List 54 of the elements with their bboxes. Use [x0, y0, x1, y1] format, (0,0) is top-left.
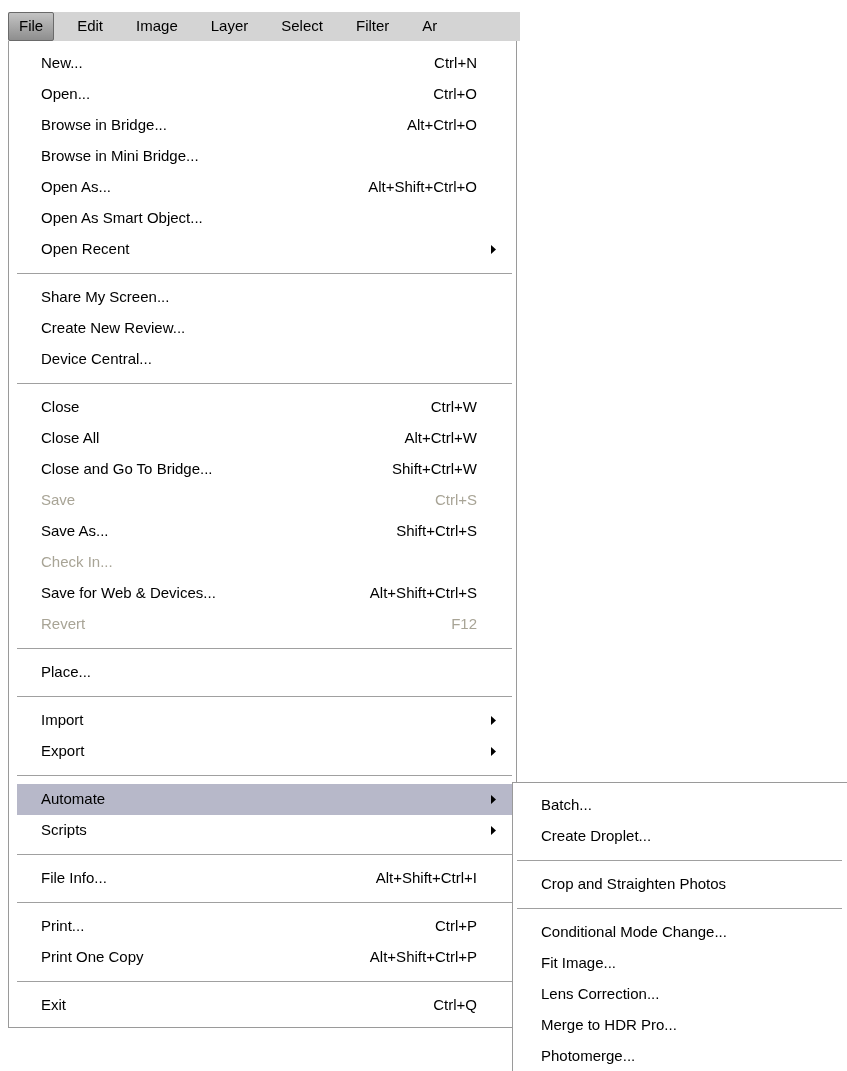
- shortcut-label: Alt+Ctrl+O: [406, 115, 478, 136]
- menu-item[interactable]: Browse in Bridge... Alt+Ctrl+O: [17, 110, 512, 141]
- menu-bar-item[interactable]: File: [8, 12, 55, 41]
- menu-bar-item[interactable]: Select: [271, 12, 333, 41]
- shortcut-label: Ctrl+O: [433, 84, 478, 105]
- shortcut-label: F12: [451, 614, 478, 635]
- menu-item[interactable]: Save for Web & Devices... Alt+Shift+Ctrl+S: [17, 578, 512, 609]
- menu-bar-item[interactable]: Edit: [67, 12, 114, 41]
- menu-item[interactable]: Conditional Mode Change...: [517, 917, 847, 948]
- shortcut-label: Ctrl+S: [434, 490, 478, 511]
- menu-item[interactable]: Scripts: [17, 815, 512, 846]
- menu-item[interactable]: Create New Review...: [17, 313, 512, 344]
- menu-item[interactable]: Import: [17, 705, 512, 736]
- menu-bar-item[interactable]: Ar: [412, 12, 448, 41]
- menu-item[interactable]: Share My Screen...: [17, 282, 512, 313]
- shortcut-label: Ctrl+N: [434, 53, 478, 74]
- menu-item[interactable]: Open... Ctrl+O: [17, 79, 512, 110]
- menu-item[interactable]: Open As... Alt+Shift+Ctrl+O: [17, 172, 512, 203]
- shortcut-label: Ctrl+Q: [433, 995, 478, 1016]
- menu-item[interactable]: Lens Correction...: [517, 979, 847, 1010]
- menu-bar-item[interactable]: Layer: [200, 12, 259, 41]
- menu-item[interactable]: Close and Go To Bridge... Shift+Ctrl+W: [17, 454, 512, 485]
- menu-item[interactable]: Open Recent: [17, 234, 512, 265]
- menu-item[interactable]: Export: [17, 736, 512, 767]
- menu-item[interactable]: Close All Alt+Ctrl+W: [17, 423, 512, 454]
- menu-item[interactable]: Device Central...: [17, 344, 512, 375]
- menu-item[interactable]: Batch...: [517, 790, 847, 821]
- menu-item[interactable]: Close Ctrl+W: [17, 392, 512, 423]
- menu-item[interactable]: Merge to HDR Pro...: [517, 1010, 847, 1041]
- menu-item[interactable]: Create Droplet...: [517, 821, 847, 852]
- menu-bar-item[interactable]: Filter: [345, 12, 400, 41]
- shortcut-label: Alt+Shift+Ctrl+P: [369, 947, 478, 968]
- menu-item[interactable]: Save As... Shift+Ctrl+S: [17, 516, 512, 547]
- menu-item[interactable]: Crop and Straighten Photos: [517, 869, 847, 900]
- shortcut-label: Shift+Ctrl+W: [391, 459, 478, 480]
- menu-item[interactable]: Print... Ctrl+P: [17, 911, 512, 942]
- menu-bar-item[interactable]: Image: [126, 12, 188, 41]
- menu-item[interactable]: Browse in Mini Bridge...: [17, 141, 512, 172]
- shortcut-label: Alt+Shift+Ctrl+S: [369, 583, 478, 604]
- shortcut-label: Ctrl+W: [430, 397, 478, 418]
- shortcut-label: Alt+Shift+Ctrl+I: [375, 868, 478, 889]
- shortcut-label: Ctrl+P: [434, 916, 478, 937]
- menu-item[interactable]: Exit Ctrl+Q: [17, 990, 512, 1021]
- menu-item[interactable]: Fit Image...: [517, 948, 847, 979]
- menu-item[interactable]: File Info... Alt+Shift+Ctrl+I: [17, 863, 512, 894]
- menu-item[interactable]: Photomerge...: [517, 1041, 847, 1071]
- menu-item[interactable]: Place...: [17, 657, 512, 688]
- menu-item[interactable]: Print One Copy Alt+Shift+Ctrl+P: [17, 942, 512, 973]
- shortcut-label: Shift+Ctrl+S: [396, 521, 478, 542]
- menu-item[interactable]: New... Ctrl+N: [17, 48, 512, 79]
- shortcut-label: Alt+Shift+Ctrl+O: [368, 177, 478, 198]
- shortcut-label: Alt+Ctrl+W: [404, 428, 478, 449]
- menu-item[interactable]: Automate: [17, 784, 512, 815]
- menu-item[interactable]: Open As Smart Object...: [17, 203, 512, 234]
